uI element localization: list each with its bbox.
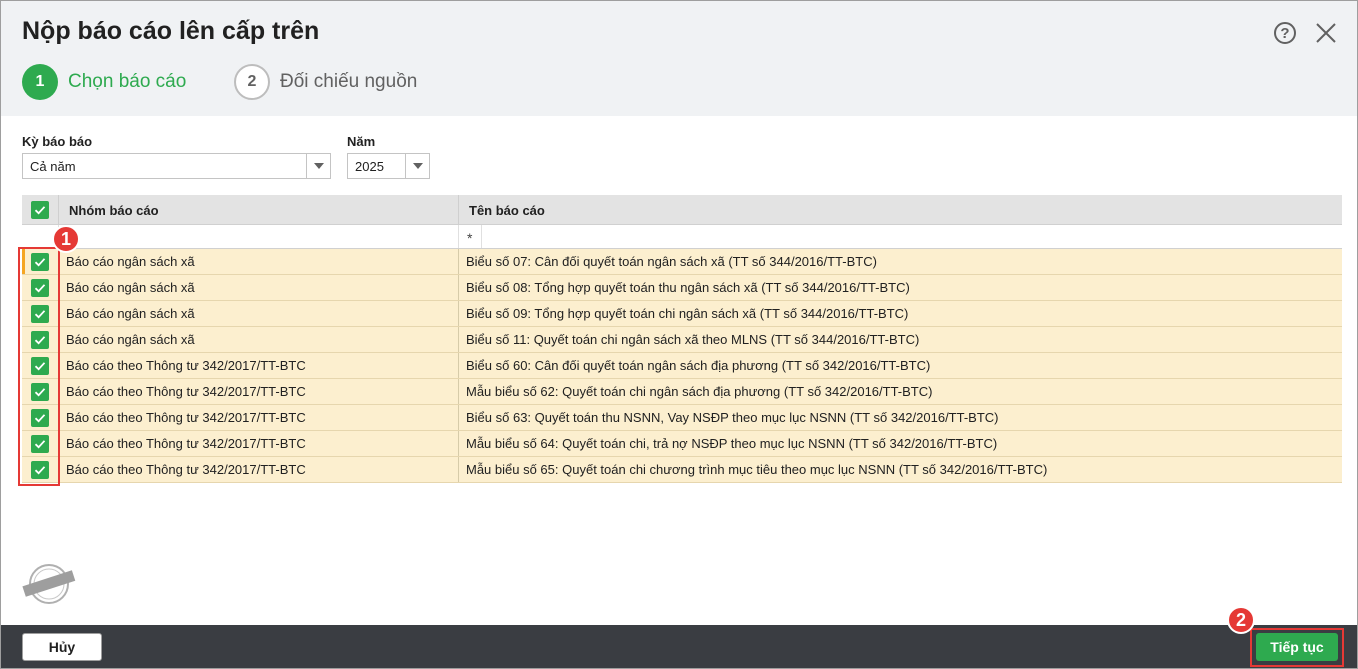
callout-highlight-checkboxes [18,247,60,486]
period-label: Kỳ báo báo [22,134,93,149]
grid-header: Nhóm báo cáo Tên báo cáo [22,195,1342,225]
column-divider [458,301,459,326]
group-cell: Báo cáo theo Thông tư 342/2017/TT-BTC [66,462,306,477]
year-select[interactable]: 2025 [347,153,430,179]
step-1[interactable]: 1 Chọn báo cáo [22,64,186,100]
table-row[interactable]: Báo cáo theo Thông tư 342/2017/TT-BTC Mẫu… [22,379,1342,405]
cancel-button[interactable]: Hủy [22,633,102,661]
next-button[interactable]: Tiếp tục [1256,633,1338,661]
year-value: 2025 [355,158,384,174]
sample-data-stamp-icon [21,561,77,607]
chevron-down-icon[interactable] [306,154,330,178]
group-cell: Báo cáo theo Thông tư 342/2017/TT-BTC [66,410,306,425]
column-divider [458,405,459,430]
table-row[interactable]: Báo cáo ngân sách xã Biểu số 09: Tổng hợp… [22,301,1342,327]
column-divider [458,379,459,404]
report-name-cell: Biểu số 63: Quyết toán thu NSNN, Vay NSĐ… [466,410,999,425]
report-name-cell: Mẫu biểu số 64: Quyết toán chi, trả nợ N… [466,436,998,451]
table-row[interactable]: Báo cáo ngân sách xã Biểu số 08: Tổng hợp… [22,275,1342,301]
step-label: Chọn báo cáo [68,71,187,92]
column-divider [458,275,459,300]
group-cell: Báo cáo ngân sách xã [66,306,195,321]
table-row[interactable]: Báo cáo ngân sách xã Biểu số 11: Quyết to… [22,327,1342,353]
column-header-group[interactable]: Nhóm báo cáo [58,195,458,225]
period-select[interactable]: Cả năm [22,153,331,179]
group-cell: Báo cáo theo Thông tư 342/2017/TT-BTC [66,358,306,373]
period-value: Cả năm [30,158,76,174]
column-divider [458,353,459,378]
column-divider [458,249,459,274]
column-divider [458,431,459,456]
step-2[interactable]: 2 Đối chiếu nguồn [234,64,417,100]
table-row[interactable]: Báo cáo ngân sách xã Biểu số 07: Cân đối … [22,249,1342,275]
group-cell: Báo cáo theo Thông tư 342/2017/TT-BTC [66,384,306,399]
report-name-cell: Biểu số 60: Cân đối quyết toán ngân sách… [466,358,931,373]
report-name-cell: Biểu số 07: Cân đối quyết toán ngân sách… [466,254,877,269]
report-name-cell: Biểu số 08: Tổng hợp quyết toán thu ngân… [466,280,910,295]
group-cell: Báo cáo ngân sách xã [66,280,195,295]
step-number: 1 [22,64,58,100]
dialog-header: Nộp báo cáo lên cấp trên ? 1 Chọn báo cá… [1,1,1357,116]
group-filter-input[interactable] [58,225,458,248]
group-cell: Báo cáo ngân sách xã [66,254,195,269]
column-header-name[interactable]: Tên báo cáo [458,195,1342,225]
name-filter-input[interactable] [482,225,1342,248]
step-label: Đối chiếu nguồn [280,71,418,92]
report-name-cell: Biểu số 11: Quyết toán chi ngân sách xã … [466,332,920,347]
step-number: 2 [234,64,270,100]
group-cell: Báo cáo ngân sách xã [66,332,195,347]
table-row[interactable]: Báo cáo theo Thông tư 342/2017/TT-BTC Biể… [22,405,1342,431]
grid-filter-row: * [22,225,1342,249]
dialog-title: Nộp báo cáo lên cấp trên [22,17,320,45]
group-cell: Báo cáo theo Thông tư 342/2017/TT-BTC [66,436,306,451]
submit-report-dialog: Nộp báo cáo lên cấp trên ? 1 Chọn báo cá… [0,0,1358,669]
column-divider [458,327,459,352]
check-icon [34,206,46,215]
callout-badge-2: 2 [1227,606,1255,634]
table-row[interactable]: Báo cáo theo Thông tư 342/2017/TT-BTC Biể… [22,353,1342,379]
dialog-footer [1,625,1357,668]
name-filter-operator[interactable]: * [458,225,482,248]
select-all-cell [22,195,58,225]
year-label: Năm [347,134,376,149]
table-row[interactable]: Báo cáo theo Thông tư 342/2017/TT-BTC Mẫu… [22,431,1342,457]
help-icon[interactable]: ? [1274,22,1296,44]
close-icon[interactable] [1314,21,1338,45]
callout-badge-1: 1 [52,225,80,253]
chevron-down-icon[interactable] [405,154,429,178]
report-name-cell: Biểu số 09: Tổng hợp quyết toán chi ngân… [466,306,909,321]
table-row[interactable]: Báo cáo theo Thông tư 342/2017/TT-BTC Mẫu… [22,457,1342,483]
select-all-checkbox[interactable] [31,201,49,219]
report-name-cell: Mẫu biểu số 62: Quyết toán chi ngân sách… [466,384,933,399]
column-divider [458,457,459,482]
report-name-cell: Mẫu biểu số 65: Quyết toán chi chương tr… [466,462,1048,477]
